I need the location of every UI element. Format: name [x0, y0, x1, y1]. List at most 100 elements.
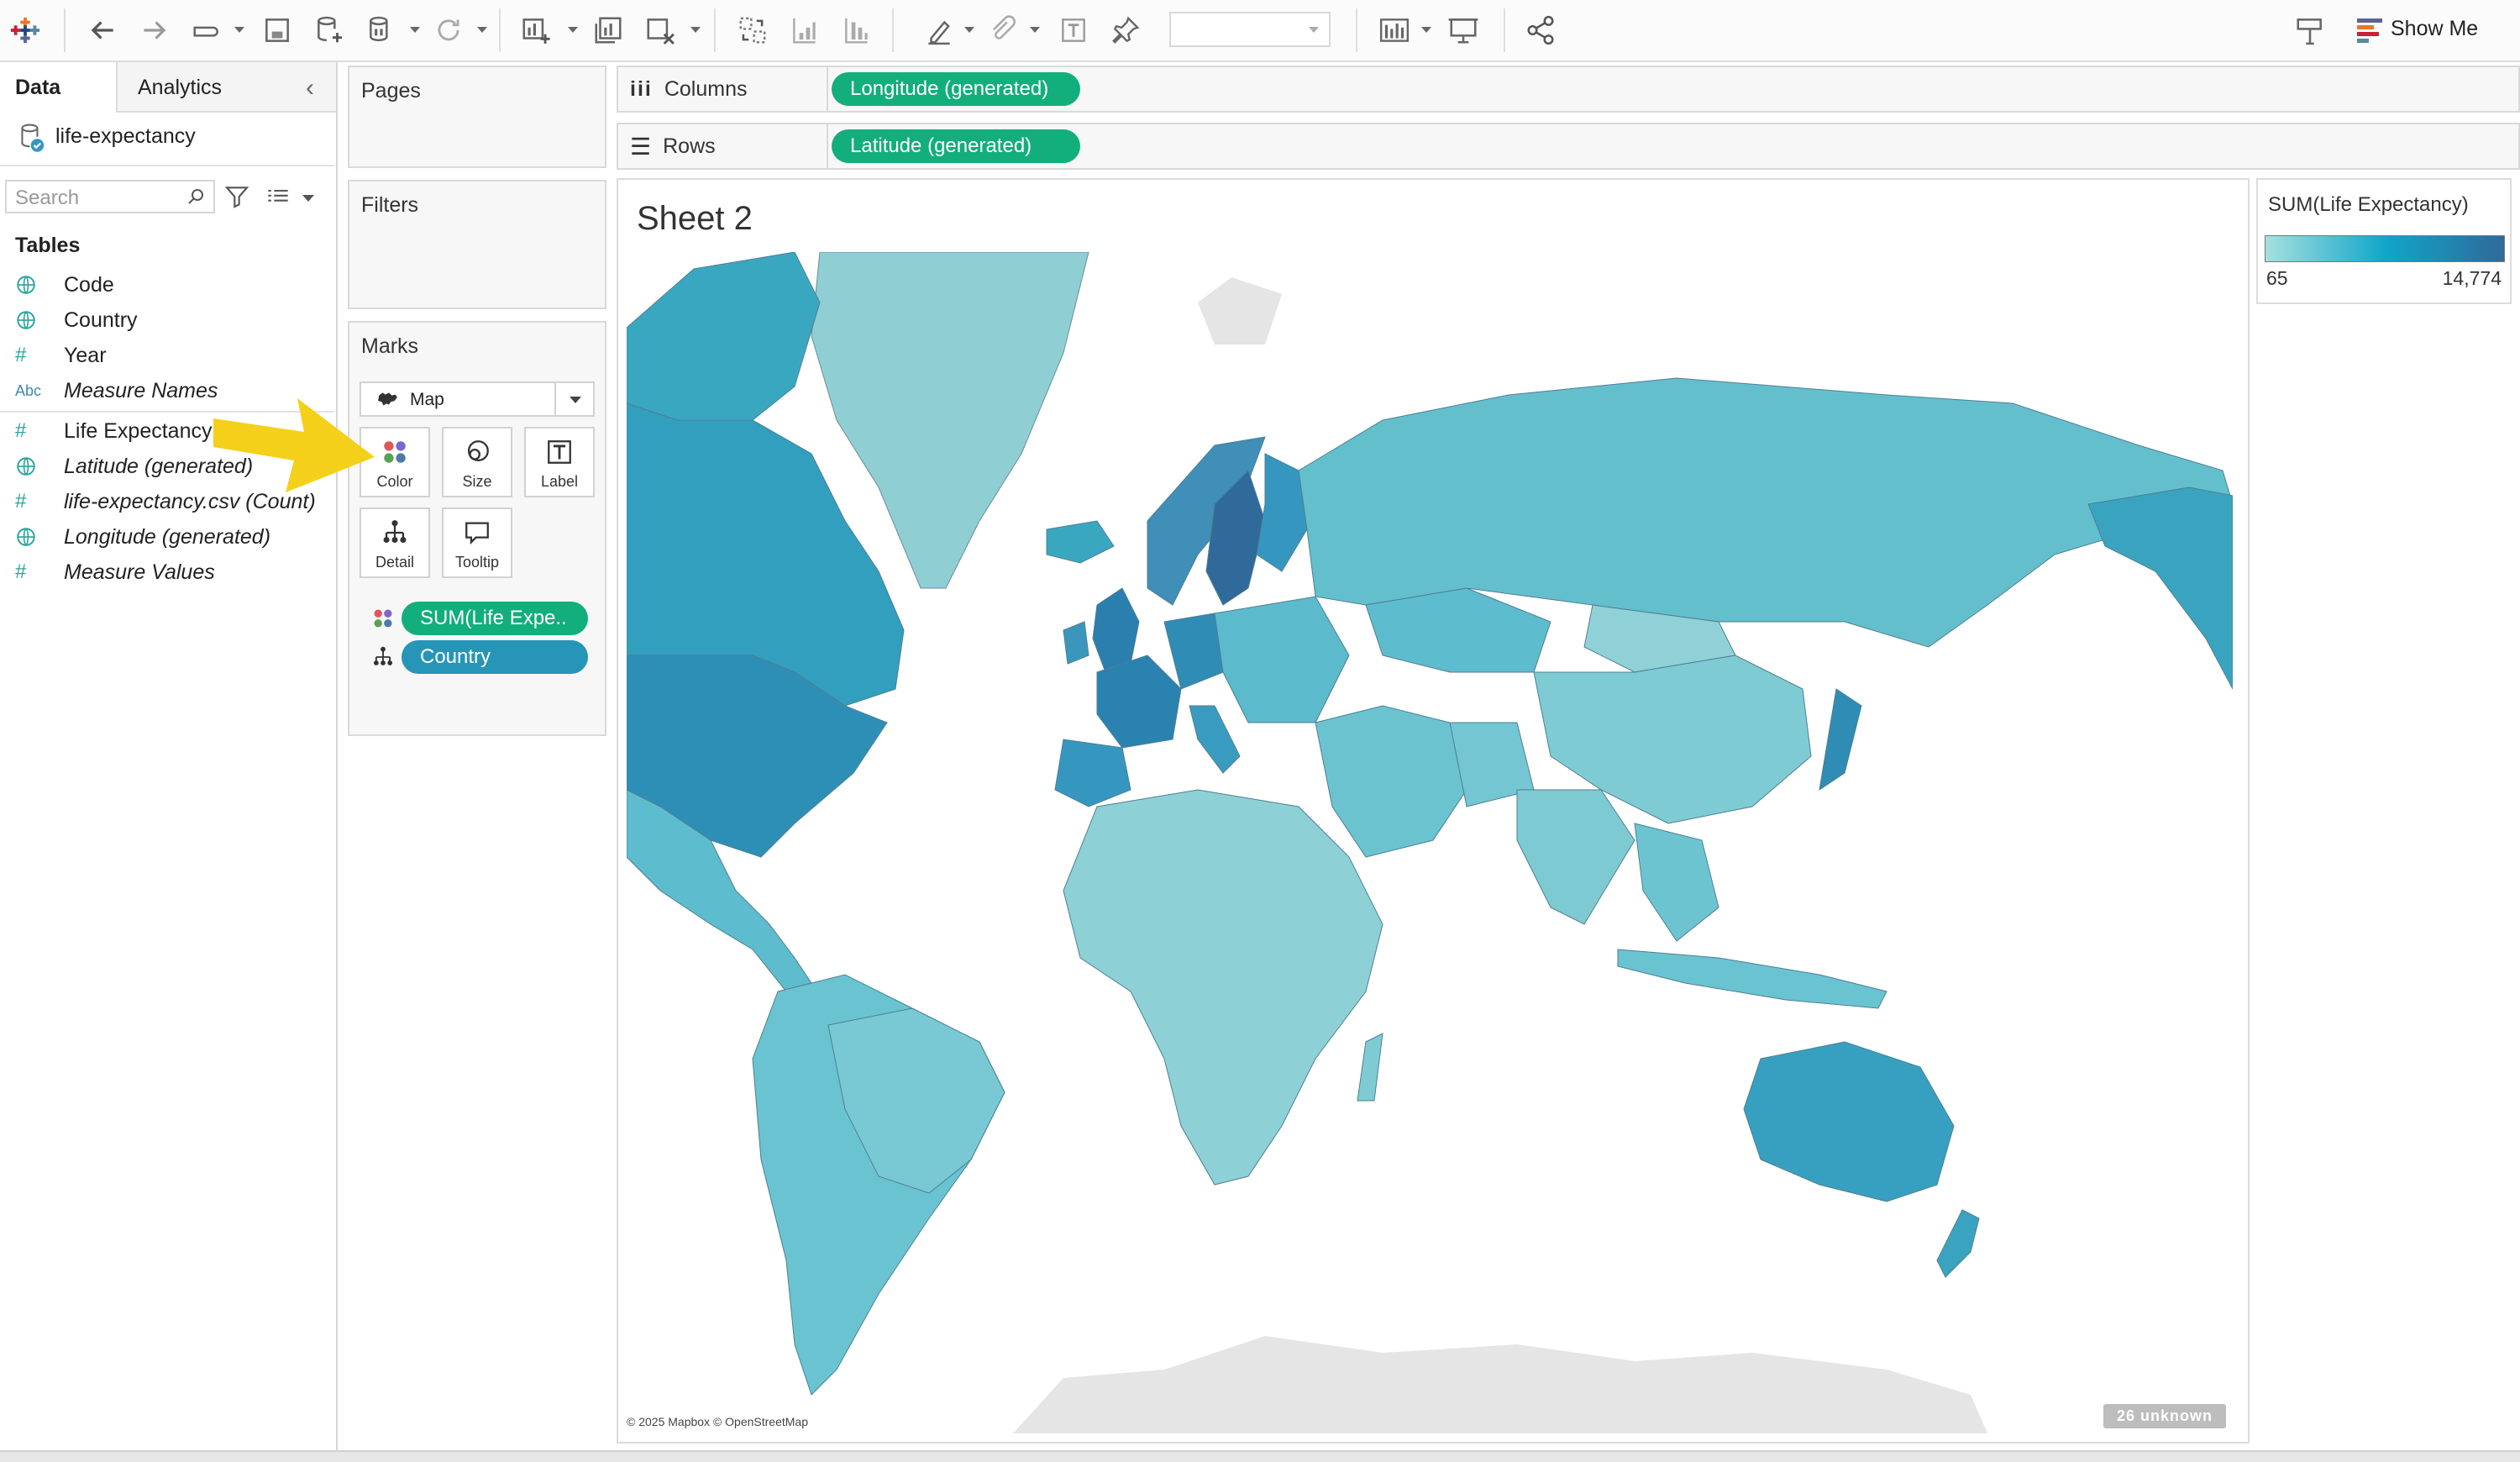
datasource-name[interactable]: life-expectancy [55, 124, 196, 149]
country-indonesia [1617, 949, 1887, 1009]
color-legend[interactable]: SUM(Life Expectancy) 65 14,774 [2256, 178, 2512, 304]
field-label: Year [64, 343, 107, 367]
country-africa [1063, 789, 1383, 1186]
new-worksheet-icon[interactable] [516, 10, 556, 50]
filters-card[interactable]: Filters [348, 180, 606, 309]
globe-icon [15, 526, 49, 548]
fit-dropdown[interactable] [1169, 12, 1331, 47]
country-eastern-europe [1214, 596, 1350, 723]
rows-pill-latitude[interactable]: Latitude (generated) [832, 129, 1080, 163]
country-ireland [1063, 621, 1089, 665]
columns-icon: iii [630, 76, 653, 101]
tooltip-icon [465, 522, 489, 545]
map-attribution: © 2025 Mapbox © OpenStreetMap [627, 1415, 808, 1428]
country-japan [1819, 688, 1862, 791]
field-label: Measure Names [64, 378, 218, 402]
pause-auto-updates-icon[interactable] [361, 10, 402, 50]
rows-shelf[interactable]: ☰ Rows Latitude (generated) [617, 123, 2520, 170]
sort-descending-icon[interactable] [837, 10, 877, 50]
marks-card: Marks Map Color Size Label Detail Toolti… [348, 321, 606, 736]
collapse-pane-icon[interactable]: ‹ [306, 74, 314, 103]
detail-icon [371, 645, 395, 669]
detail-icon [383, 520, 407, 544]
number-icon: # [15, 560, 27, 583]
tab-analytics[interactable]: Analytics [138, 62, 222, 113]
duplicate-sheet-icon[interactable] [588, 10, 628, 50]
country-australia [1743, 1041, 1955, 1202]
view-area: Sheet 2 © 2025 Mapbox © OpenStreetMap 26… [617, 178, 2250, 1444]
redo-icon[interactable] [134, 10, 175, 50]
run-update-icon[interactable] [186, 10, 227, 50]
columns-shelf[interactable]: iii Columns Longitude (generated) [617, 66, 2520, 113]
sort-ascending-icon[interactable] [785, 10, 825, 50]
swap-rows-columns-icon[interactable] [732, 10, 773, 50]
detail-pill-country[interactable]: Country [402, 640, 588, 674]
tables-heading: Tables [15, 234, 81, 257]
country-spain [1054, 739, 1131, 807]
field-code[interactable]: Code [0, 267, 334, 302]
size-button[interactable]: Size [442, 427, 512, 497]
tooltip-button[interactable]: Tooltip [442, 507, 512, 578]
unknown-badge[interactable]: 26 unknown [2103, 1404, 2226, 1428]
view-options-icon[interactable] [265, 185, 291, 208]
columns-pill-longitude[interactable]: Longitude (generated) [832, 72, 1080, 106]
field-label: Country [64, 308, 138, 332]
sign-post-icon[interactable] [2290, 10, 2330, 50]
clear-sheet-icon[interactable] [640, 10, 680, 50]
color-icon [371, 607, 395, 630]
field-longitude-generated[interactable]: Longitude (generated) [0, 519, 334, 555]
field-measure-values[interactable]: # Measure Values [0, 555, 334, 590]
abc-icon: Abc [15, 381, 42, 399]
field-country[interactable]: Country [0, 302, 334, 338]
marks-title: Marks [361, 334, 419, 358]
label-button[interactable]: Label [524, 427, 595, 497]
country-middle-east [1315, 705, 1467, 858]
map-canvas[interactable]: © 2025 Mapbox © OpenStreetMap 26 unknown [627, 252, 2233, 1433]
search-input[interactable]: Search [5, 180, 215, 213]
tableau-logo-icon[interactable] [5, 10, 45, 50]
highlight-icon[interactable] [919, 10, 959, 50]
antarctica [1013, 1336, 1987, 1433]
data-pane: Data Analytics ‹ life-expectancy Search … [0, 62, 338, 1460]
chevron-down-icon [570, 397, 581, 403]
save-icon[interactable] [257, 10, 297, 50]
color-pill-life-expectancy[interactable]: SUM(Life Expe.. [402, 602, 588, 635]
field-year[interactable]: # Year [0, 338, 334, 373]
number-icon: # [15, 490, 27, 513]
filter-icon[interactable] [223, 183, 250, 210]
fix-axes-icon[interactable] [1105, 10, 1146, 50]
country-united-kingdom [1092, 587, 1140, 673]
pages-title: Pages [361, 79, 421, 103]
view-options-dropdown[interactable] [302, 195, 314, 202]
presentation-mode-icon[interactable] [1443, 10, 1483, 50]
field-label: Longitude (generated) [64, 524, 271, 549]
country-madagascar [1357, 1033, 1383, 1102]
number-icon: # [15, 419, 27, 442]
globe-icon [15, 455, 49, 477]
show-me-icon [2357, 18, 2382, 44]
annotation-arrow-icon [213, 398, 375, 492]
undo-icon[interactable] [82, 10, 123, 50]
show-me-button[interactable]: Show Me [2391, 17, 2478, 41]
number-icon: # [15, 344, 27, 366]
rows-icon: ☰ [630, 133, 652, 160]
show-cards-icon[interactable] [1374, 10, 1415, 50]
field-label: Measure Values [64, 560, 215, 584]
share-icon[interactable] [1520, 10, 1561, 50]
sheet-title[interactable]: Sheet 2 [637, 200, 753, 238]
show-mark-labels-icon[interactable] [1053, 10, 1094, 50]
filters-title: Filters [361, 193, 419, 217]
group-members-icon[interactable] [983, 10, 1023, 50]
new-data-source-icon[interactable] [309, 10, 349, 50]
legend-title: SUM(Life Expectancy) [2268, 193, 2469, 216]
toolbar: Show Me [0, 0, 2520, 62]
pages-card[interactable]: Pages [348, 66, 606, 168]
size-icon [467, 440, 489, 462]
detail-button[interactable]: Detail [360, 507, 430, 578]
field-label: Code [64, 272, 114, 297]
mark-type-dropdown[interactable]: Map [360, 381, 595, 417]
tab-data[interactable]: Data [15, 62, 60, 113]
search-icon [186, 187, 207, 207]
country-southeast-asia [1634, 823, 1719, 942]
refresh-icon[interactable] [428, 10, 469, 50]
